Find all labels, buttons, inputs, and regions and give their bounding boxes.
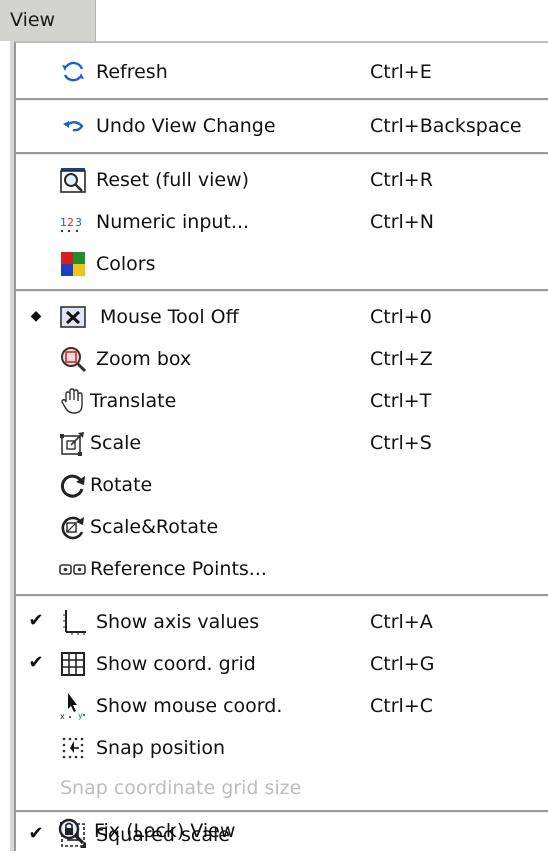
snap-icon xyxy=(58,733,88,763)
reference-points-icon xyxy=(58,554,88,584)
lock-view-icon xyxy=(56,816,86,846)
menu-item-refresh[interactable]: Refresh Ctrl+E xyxy=(16,51,548,93)
menu-item-label: Translate xyxy=(90,390,177,412)
menu-item-label: Undo View Change xyxy=(96,115,276,137)
menu-item-shortcut: Ctrl+T xyxy=(370,390,432,412)
menu-separator xyxy=(16,98,548,101)
menu-item-colors[interactable]: Colors xyxy=(16,243,548,285)
checkmark-icon: ✔ xyxy=(28,610,44,631)
colors-icon xyxy=(58,249,88,279)
menu-item-shortcut: Ctrl+Z xyxy=(370,348,433,370)
svg-text:1: 1 xyxy=(60,216,67,229)
menu-item-label: Scale&Rotate xyxy=(90,516,219,538)
menu-item-label: Zoom box xyxy=(96,348,192,370)
svg-text:3: 3 xyxy=(75,216,82,229)
menu-item-label: Numeric input... xyxy=(96,211,250,233)
radio-dot-icon: ◆ xyxy=(30,308,42,324)
menu-item-undo-view-change[interactable]: Undo View Change Ctrl+Backspace xyxy=(16,105,548,147)
checkmark-icon: ✔ xyxy=(28,652,44,673)
axis-values-icon xyxy=(58,607,88,637)
menu-item-show-axis-values[interactable]: ✔ Show axis values Ctrl+A xyxy=(16,601,548,643)
menu-item-fix-lock-view-row[interactable]: Fix (Lock) View xyxy=(14,812,548,850)
menu-item-label: Reset (full view) xyxy=(96,169,250,191)
menu-item-label: Show axis values xyxy=(96,611,260,633)
menu-separator xyxy=(16,152,548,155)
menu-item-shortcut: Ctrl+G xyxy=(370,653,435,675)
svg-text:y: y xyxy=(78,711,83,720)
scale-rotate-icon xyxy=(58,512,88,542)
menu-item-label: Scale xyxy=(90,432,142,454)
menu-item-fix-lock-view[interactable] xyxy=(16,850,548,853)
menu-item-show-mouse-coord[interactable]: x y Show mouse coord. Ctrl+C xyxy=(16,685,548,727)
menu-item-label: Refresh xyxy=(96,61,168,83)
mouse-tool-off-icon xyxy=(58,302,88,332)
numeric-input-icon: 1 2 3 xyxy=(58,207,88,237)
grid-icon xyxy=(58,649,88,679)
menu-item-reference-points[interactable]: Reference Points... xyxy=(16,548,548,590)
undo-icon xyxy=(58,111,88,141)
menu-item-translate[interactable]: Translate Ctrl+T xyxy=(16,380,548,422)
menu-item-snap-grid-size: Snap coordinate grid size xyxy=(16,769,548,807)
scale-icon xyxy=(58,428,88,458)
menu-item-scale[interactable]: Scale Ctrl+S xyxy=(16,422,548,464)
menu-item-zoom-box[interactable]: Zoom box Ctrl+Z xyxy=(16,338,548,380)
menu-item-label: Snap coordinate grid size xyxy=(60,777,302,799)
svg-text:x: x xyxy=(60,712,65,721)
menu-item-label: Show coord. grid xyxy=(96,653,256,675)
menu-item-shortcut: Ctrl+S xyxy=(370,432,432,454)
menu-item-label: Colors xyxy=(96,253,156,275)
menu-item-reset-full-view[interactable]: Reset (full view) Ctrl+R xyxy=(16,159,548,201)
menu-separator xyxy=(16,289,548,292)
menu-item-shortcut: Ctrl+A xyxy=(370,611,433,633)
view-menu-title[interactable]: View xyxy=(0,0,96,41)
menu-item-label: Reference Points... xyxy=(90,558,267,580)
menu-item-show-coord-grid[interactable]: ✔ Show coord. grid Ctrl+G xyxy=(16,643,548,685)
menu-item-shortcut: Ctrl+C xyxy=(370,695,433,717)
zoom-box-icon xyxy=(58,344,88,374)
menu-item-label: Show mouse coord. xyxy=(96,695,283,717)
menu-item-mouse-tool-off[interactable]: ◆ Mouse Tool Off Ctrl+0 xyxy=(16,296,548,338)
menu-item-rotate[interactable]: Rotate xyxy=(16,464,548,506)
menu-item-shortcut: Ctrl+E xyxy=(370,61,432,83)
menu-item-scale-rotate[interactable]: Scale&Rotate xyxy=(16,506,548,548)
menu-item-shortcut: Ctrl+N xyxy=(370,211,434,233)
menu-item-shortcut: Ctrl+0 xyxy=(370,306,432,328)
menu-item-shortcut: Ctrl+R xyxy=(370,169,433,191)
hand-icon xyxy=(58,386,88,416)
rotate-icon xyxy=(58,470,88,500)
menu-item-label: Rotate xyxy=(90,474,153,496)
menu-item-label: Fix (Lock) View xyxy=(94,820,236,842)
view-menu: Refresh Ctrl+E Undo View Change Ctrl+Bac… xyxy=(14,41,548,851)
menu-item-snap-position[interactable]: Snap position xyxy=(16,727,548,769)
mouse-coord-icon: x y xyxy=(58,691,88,721)
menu-separator xyxy=(16,594,548,597)
menu-item-label: Snap position xyxy=(96,737,226,759)
menu-item-label: Mouse Tool Off xyxy=(100,306,239,328)
menu-item-numeric-input[interactable]: 1 2 3 Numeric input... Ctrl+N xyxy=(16,201,548,243)
menu-item-shortcut: Ctrl+Backspace xyxy=(370,115,522,137)
svg-text:2: 2 xyxy=(67,216,74,229)
reset-view-icon xyxy=(58,165,88,195)
refresh-icon xyxy=(58,57,88,87)
